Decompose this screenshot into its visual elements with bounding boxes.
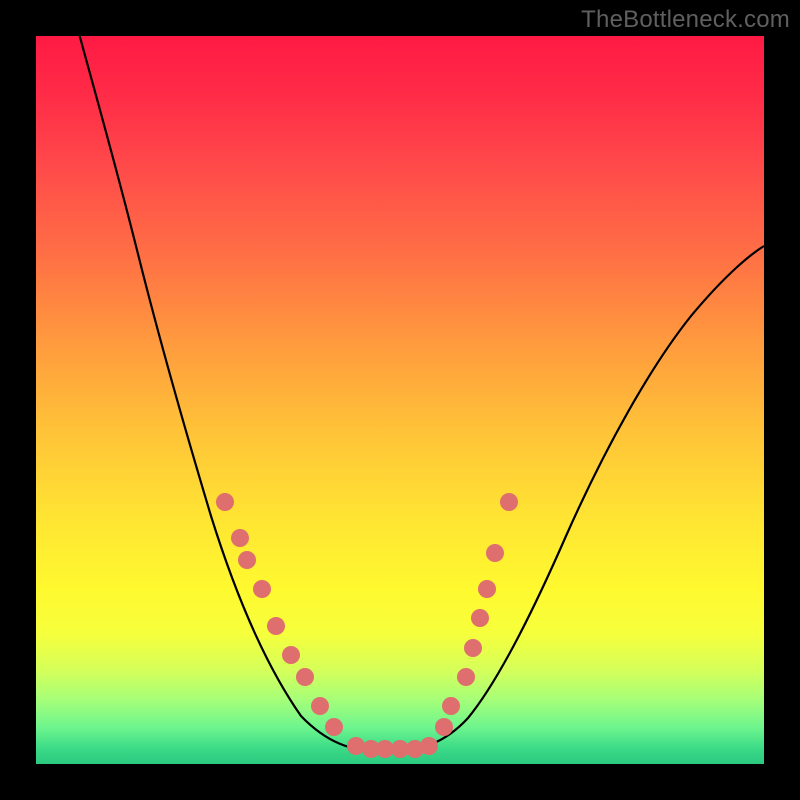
chart-frame: TheBottleneck.com [0, 0, 800, 800]
curve-markers [216, 493, 518, 758]
bottleneck-curve [36, 36, 764, 764]
plot-area [36, 36, 764, 764]
curve-path [80, 36, 764, 752]
watermark-text: TheBottleneck.com [581, 6, 790, 34]
